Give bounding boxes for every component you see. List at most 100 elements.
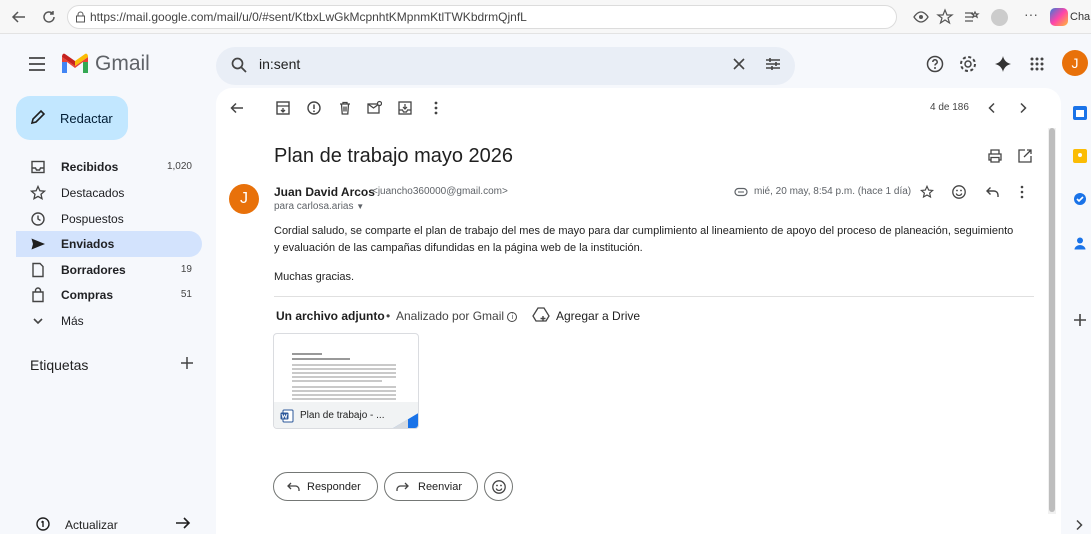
attachment-footer: Plan de trabajo - ...: [274, 402, 418, 428]
pencil-icon: [30, 109, 46, 125]
attachment-card[interactable]: Plan de trabajo - ...: [273, 333, 419, 429]
info-icon[interactable]: i: [507, 312, 518, 322]
more-actions-icon[interactable]: [428, 100, 444, 116]
tasks-icon[interactable]: [1073, 192, 1087, 206]
delete-trash-icon[interactable]: [337, 100, 353, 116]
star-toggle-icon[interactable]: [920, 185, 934, 199]
side-panel-rail: [1064, 92, 1091, 534]
main-menu-icon[interactable]: [28, 57, 46, 71]
calendar-icon[interactable]: [1073, 106, 1087, 120]
labels-heading: Etiquetas: [30, 357, 89, 373]
forward-button[interactable]: Reenviar: [384, 472, 478, 501]
divider: [274, 296, 1034, 297]
email-subject: Plan de trabajo mayo 2026: [274, 145, 514, 167]
settings-gear-icon[interactable]: [959, 55, 977, 73]
apps-grid-icon[interactable]: [1029, 56, 1045, 72]
search-options-icon[interactable]: [765, 56, 781, 72]
more-options-icon[interactable]: ···: [1024, 6, 1042, 24]
copilot-icon[interactable]: [1050, 8, 1068, 26]
extension-label[interactable]: Cha: [1070, 11, 1090, 23]
gemini-sparkle-icon[interactable]: [994, 55, 1012, 73]
forward-arrow-icon: [396, 481, 410, 493]
contacts-icon[interactable]: [1073, 236, 1087, 250]
url-text: https://mail.google.com/mail/u/0/#sent/K…: [90, 10, 527, 24]
clear-search-icon[interactable]: [732, 57, 746, 71]
forward-label: Reenviar: [418, 481, 463, 493]
sidebar-item-mas[interactable]: Más: [16, 308, 202, 334]
help-icon[interactable]: [926, 55, 944, 73]
search-bar[interactable]: [216, 47, 795, 85]
reply-button[interactable]: Responder: [273, 472, 378, 501]
browser-toolbar: https://mail.google.com/mail/u/0/#sent/K…: [0, 0, 1091, 34]
newer-chevron-icon[interactable]: [984, 100, 1000, 116]
scrollbar-thumb[interactable]: [1049, 128, 1055, 512]
back-to-list-icon[interactable]: [229, 100, 245, 116]
open-new-window-icon[interactable]: [1017, 148, 1033, 164]
message-more-icon[interactable]: [1017, 185, 1027, 199]
get-addons-plus-icon[interactable]: [1073, 313, 1087, 327]
archive-icon[interactable]: [275, 100, 291, 116]
attachment-file-name: Plan de trabajo - ...: [300, 410, 385, 421]
search-icon[interactable]: [231, 57, 247, 73]
sidebar-item-label: Destacados: [61, 186, 125, 200]
reload-icon[interactable]: [40, 8, 58, 26]
address-bar[interactable]: https://mail.google.com/mail/u/0/#sent/K…: [67, 5, 897, 29]
move-to-icon[interactable]: [397, 100, 413, 116]
reply-arrow-icon: [286, 481, 300, 493]
add-to-drive-icon[interactable]: [532, 306, 550, 324]
sidebar-item-enviados[interactable]: Enviados: [16, 231, 202, 257]
draft-count: 19: [180, 264, 192, 275]
reply-label: Responder: [307, 481, 361, 493]
favorites-list-icon[interactable]: [962, 8, 980, 26]
email-body-paragraph: Cordial saludo, se comparte el plan de t…: [274, 225, 1014, 254]
add-label-icon[interactable]: [180, 356, 194, 370]
sidebar-item-pospuestos[interactable]: Pospuestos: [16, 206, 202, 232]
report-spam-icon[interactable]: [306, 100, 322, 116]
reader-mode-icon[interactable]: [912, 8, 930, 26]
send-icon: [30, 236, 46, 252]
compose-button[interactable]: Redactar: [16, 96, 128, 140]
smiley-icon: [491, 479, 507, 495]
sender-name[interactable]: Juan David Arcos: [274, 185, 375, 199]
account-avatar[interactable]: J: [1062, 50, 1088, 76]
mark-unread-icon[interactable]: [366, 100, 382, 116]
app-name: Gmail: [95, 52, 150, 75]
document-type-corner-icon: [390, 412, 418, 428]
expand-panel-chevron-icon[interactable]: [1075, 519, 1083, 531]
print-icon[interactable]: [987, 148, 1003, 164]
purchase-count: 51: [180, 289, 192, 300]
sidebar-item-recibidos[interactable]: Recibidos 1,020: [16, 154, 202, 180]
older-chevron-icon[interactable]: [1015, 100, 1031, 116]
clock-icon: [30, 211, 46, 227]
sidebar-item-compras[interactable]: Compras 51: [16, 282, 202, 308]
sidebar-item-destacados[interactable]: Destacados: [16, 180, 202, 206]
gmail-logo-icon[interactable]: [60, 53, 90, 75]
arrow-right-icon[interactable]: [175, 516, 191, 530]
add-to-drive-link[interactable]: Agregar a Drive: [556, 309, 640, 323]
emoji-reaction-button[interactable]: [484, 472, 513, 501]
keep-notes-icon[interactable]: [1073, 149, 1087, 163]
search-input[interactable]: in:sent: [259, 56, 300, 72]
recipient-text: para carlosa.arias: [274, 201, 354, 212]
email-closing: Muchas gracias.: [274, 271, 355, 283]
sidebar-item-label: Más: [61, 314, 84, 328]
chevron-down-icon: ▼: [356, 202, 365, 211]
sender-avatar[interactable]: J: [229, 184, 259, 214]
profile-icon[interactable]: [991, 9, 1008, 26]
update-badge-icon: [36, 517, 50, 531]
sidebar-item-label: Enviados: [61, 237, 115, 251]
recipient-line[interactable]: para carlosa.arias ▼: [274, 201, 364, 212]
word-doc-icon: [280, 409, 294, 423]
pagination-text: 4 de 186: [930, 102, 969, 113]
back-arrow-icon[interactable]: [10, 8, 28, 26]
label-tag-icon: [734, 187, 748, 197]
shopping-icon: [30, 287, 46, 303]
sidebar-item-borradores[interactable]: Borradores 19: [16, 257, 202, 283]
favorite-star-icon[interactable]: [936, 8, 954, 26]
star-icon: [30, 185, 46, 201]
scanned-text: Analizado por Gmail: [396, 309, 505, 323]
emoji-reaction-icon[interactable]: [951, 184, 967, 200]
update-label[interactable]: Actualizar: [65, 518, 118, 532]
sidebar-item-label: Pospuestos: [61, 212, 124, 226]
reply-icon[interactable]: [984, 185, 1000, 199]
